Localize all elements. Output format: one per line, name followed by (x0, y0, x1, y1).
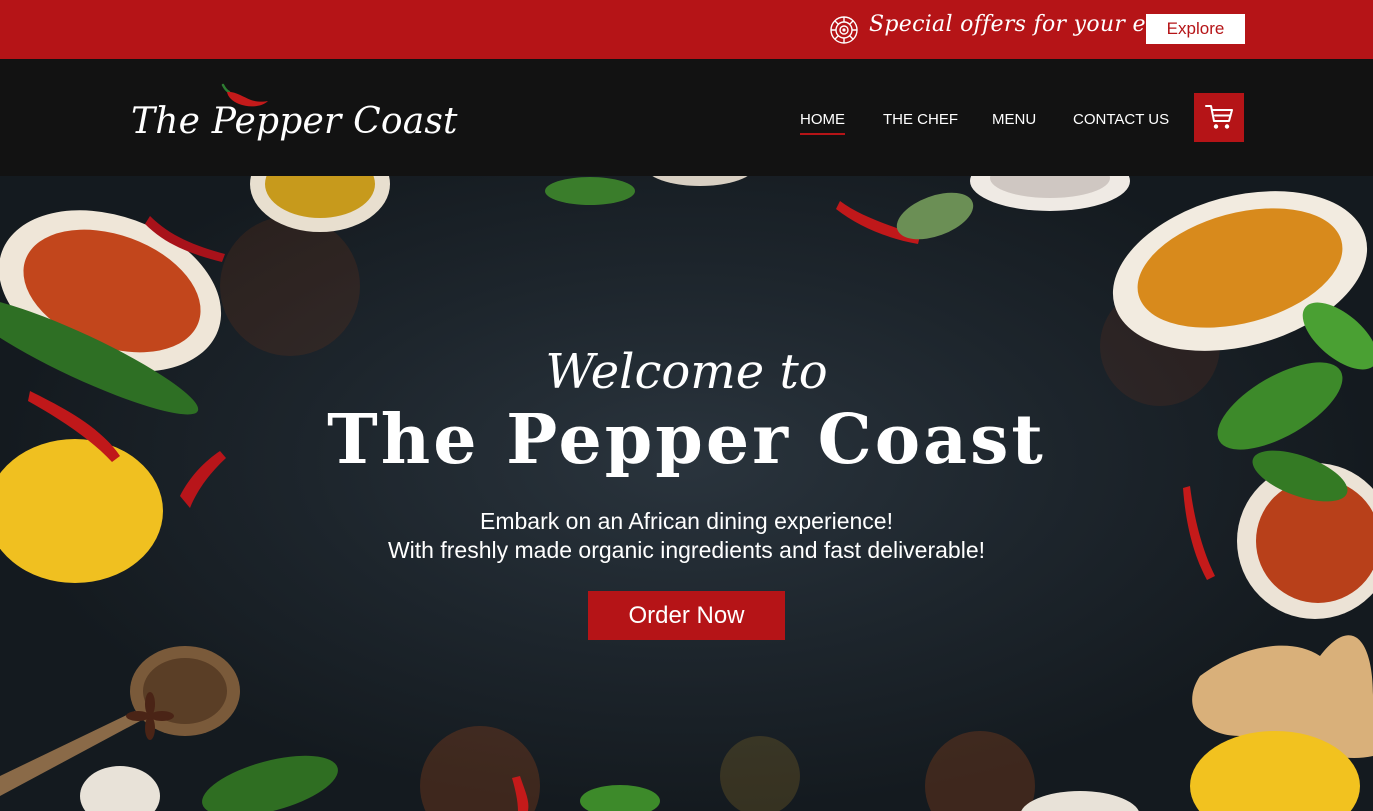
explore-button[interactable]: Explore (1146, 14, 1245, 44)
mandala-icon (830, 16, 858, 44)
nav-link-home[interactable]: HOME (800, 111, 845, 135)
hero-welcome-text: Welcome to (545, 344, 828, 400)
cart-button[interactable] (1194, 93, 1244, 142)
promo-bar: Special offers for your events Explore (0, 0, 1373, 59)
shopping-cart-icon (1205, 105, 1233, 129)
order-now-button[interactable]: Order Now (588, 591, 785, 640)
nav-link-menu[interactable]: MENU (992, 111, 1036, 128)
hero-subtitle-line-1: Embark on an African dining experience! (480, 508, 893, 534)
site-logo[interactable]: The Pepper Coast (131, 83, 458, 153)
nav-link-contact-us[interactable]: CONTACT US (1073, 111, 1169, 128)
nav-link-the-chef[interactable]: THE CHEF (883, 111, 958, 128)
nav-header: The Pepper Coast HOME THE CHEF MENU CONT… (0, 59, 1373, 176)
logo-text: The Pepper Coast (131, 101, 458, 142)
hero-section: Welcome to The Pepper Coast Embark on an… (0, 176, 1373, 811)
hero-title: The Pepper Coast (327, 400, 1046, 480)
spices-background-image (0, 176, 1373, 811)
hero-subtitle-line-2: With freshly made organic ingredients an… (387, 537, 986, 563)
